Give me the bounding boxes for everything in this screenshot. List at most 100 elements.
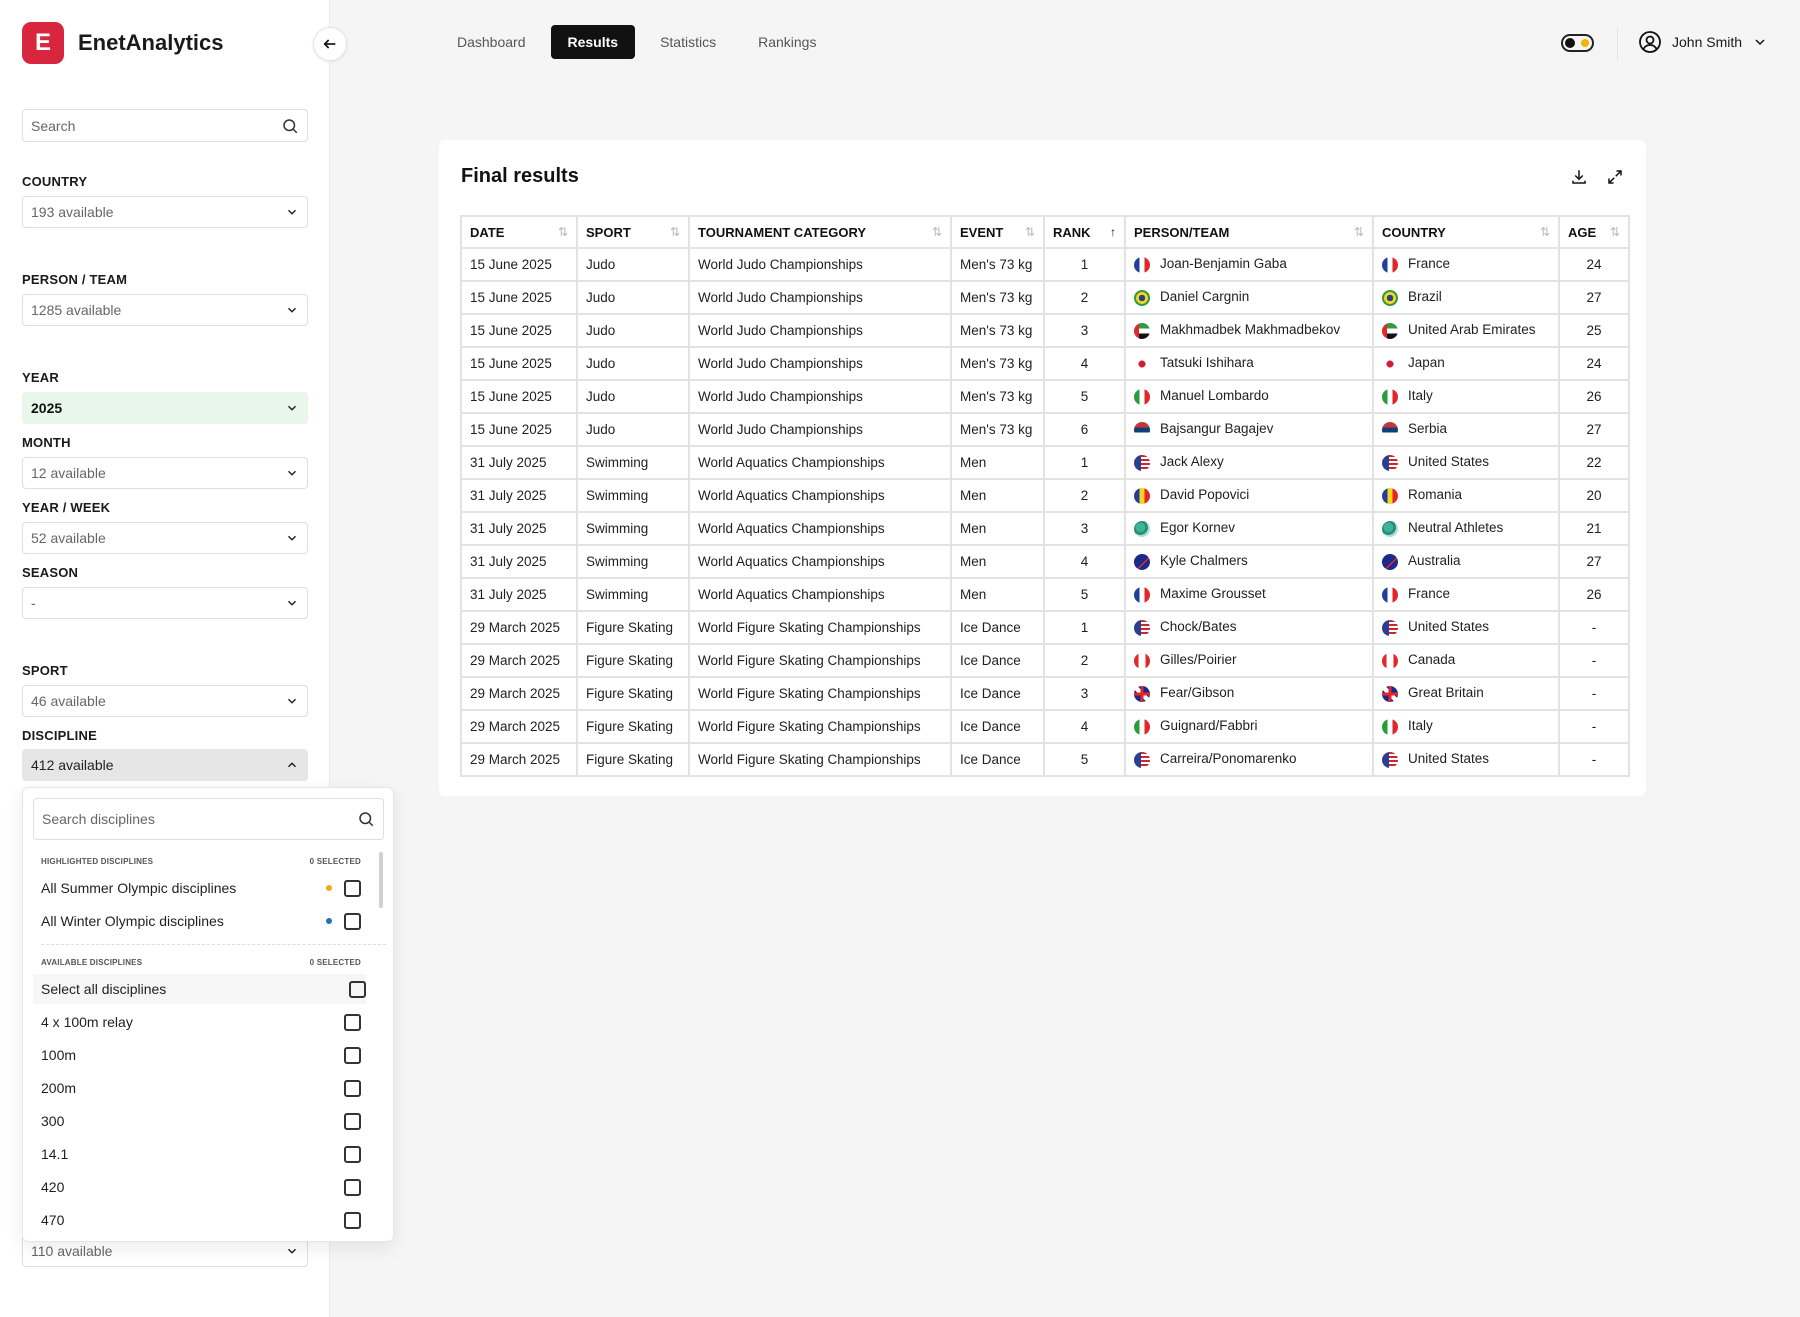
checkbox[interactable] (344, 1079, 361, 1097)
dropdown-scrollbar[interactable] (379, 852, 383, 908)
table-row[interactable]: 15 June 2025 Judo World Judo Championships… (460, 313, 1630, 348)
flag-icon (1382, 454, 1398, 471)
cell-text: Men's 73 kg (960, 389, 1033, 404)
checkbox[interactable] (344, 879, 361, 897)
sort-icon[interactable]: ⇅ (1610, 225, 1620, 239)
season-select[interactable]: - (22, 587, 308, 619)
table-row[interactable]: 31 July 2025 Swimming World Aquatics Champ… (460, 478, 1630, 513)
collapse-sidebar-button[interactable] (313, 27, 347, 61)
column-header-label: TOURNAMENT CATEGORY (698, 224, 867, 240)
sort-ascending-icon[interactable]: ↑ (1110, 225, 1116, 239)
discipline-option[interactable]: 300 (41, 1106, 361, 1136)
cell-text: 2 (1080, 653, 1089, 668)
user-menu[interactable]: John Smith (1638, 30, 1768, 54)
country-select[interactable]: 193 available (22, 196, 308, 228)
column-header[interactable]: PERSON/TEAM ⇅ (1124, 215, 1374, 249)
table-row[interactable]: 31 July 2025 Swimming World Aquatics Champ… (460, 577, 1630, 612)
table-cell: World Judo Championships (688, 247, 952, 282)
table-cell: 24 (1558, 247, 1630, 282)
sort-icon[interactable]: ⇅ (558, 225, 568, 239)
checkbox[interactable] (344, 912, 361, 930)
discipline-value: 412 available (31, 757, 114, 773)
table-cell: Figure Skating (576, 742, 690, 777)
column-header[interactable]: TOURNAMENT CATEGORY ⇅ (688, 215, 952, 249)
cell-text: Canada (1408, 652, 1456, 668)
discipline-option[interactable]: 420 (41, 1172, 361, 1202)
tab-statistics[interactable]: Statistics (643, 25, 733, 59)
search-icon (283, 118, 298, 133)
tab-dashboard[interactable]: Dashboard (440, 25, 543, 59)
checkbox[interactable] (344, 1178, 361, 1196)
table-row[interactable]: 29 March 2025 Figure Skating World Figure … (460, 610, 1630, 645)
table-cell: United States (1372, 445, 1560, 480)
column-header[interactable]: SPORT ⇅ (576, 215, 690, 249)
discipline-option[interactable]: 14.1 (41, 1139, 361, 1169)
flag-icon (1134, 619, 1150, 636)
sport-select[interactable]: 46 available (22, 685, 308, 717)
sidebar-search-input[interactable]: Search (22, 109, 308, 142)
table-row[interactable]: 15 June 2025 Judo World Judo Championships… (460, 346, 1630, 381)
table-row[interactable]: 15 June 2025 Judo World Judo Championships… (460, 280, 1630, 315)
checkbox[interactable] (344, 1145, 361, 1163)
discipline-select[interactable]: 412 available (22, 749, 308, 781)
cell-text: Men's 73 kg (960, 323, 1033, 338)
table-row[interactable]: 15 June 2025 Judo World Judo Championships… (460, 379, 1630, 414)
table-row[interactable]: 29 March 2025 Figure Skating World Figure … (460, 676, 1630, 711)
table-row[interactable]: 31 July 2025 Swimming World Aquatics Champ… (460, 445, 1630, 480)
checkbox[interactable] (344, 1013, 361, 1031)
sort-icon[interactable]: ⇅ (1540, 225, 1550, 239)
column-header[interactable]: RANK ↑ (1043, 215, 1126, 249)
column-header[interactable]: EVENT ⇅ (950, 215, 1045, 249)
cell-text: 31 July 2025 (470, 488, 547, 503)
table-cell: 4 (1043, 544, 1126, 579)
discipline-option[interactable]: All Summer Olympic disciplines (41, 873, 361, 903)
month-select[interactable]: 12 available (22, 457, 308, 489)
checkbox[interactable] (349, 980, 366, 998)
sort-icon[interactable]: ⇅ (1354, 225, 1364, 239)
flag-icon (1382, 355, 1398, 372)
table-row[interactable]: 15 June 2025 Judo World Judo Championships… (460, 412, 1630, 447)
sort-icon[interactable]: ⇅ (1025, 225, 1035, 239)
select-all-option[interactable]: Select all disciplines (33, 974, 366, 1004)
table-cell: 15 June 2025 (460, 247, 578, 282)
logo[interactable]: E EnetAnalytics (22, 22, 224, 64)
discipline-option-label: All Winter Olympic disciplines (41, 913, 224, 929)
table-cell: World Figure Skating Championships (688, 709, 952, 744)
table-row[interactable]: 31 July 2025 Swimming World Aquatics Champ… (460, 544, 1630, 579)
discipline-option[interactable]: All Winter Olympic disciplines (41, 906, 361, 936)
table-row[interactable]: 29 March 2025 Figure Skating World Figure … (460, 643, 1630, 678)
table-row[interactable]: 29 March 2025 Figure Skating World Figure … (460, 709, 1630, 744)
discipline-option-label: All Summer Olympic disciplines (41, 880, 237, 896)
year-select[interactable]: 2025 (22, 392, 308, 424)
discipline-option[interactable]: 4 x 100m relay (41, 1007, 361, 1037)
column-header-label: EVENT (960, 224, 1004, 240)
column-header[interactable]: COUNTRY ⇅ (1372, 215, 1560, 249)
country-value: 193 available (31, 204, 114, 220)
tab-rankings[interactable]: Rankings (741, 25, 833, 59)
checkbox[interactable] (344, 1211, 361, 1229)
table-cell: Romania (1372, 478, 1560, 513)
column-header[interactable]: AGE ⇅ (1558, 215, 1630, 249)
column-header-label: RANK (1053, 224, 1091, 240)
table-row[interactable]: 29 March 2025 Figure Skating World Figure … (460, 742, 1630, 777)
sort-icon[interactable]: ⇅ (670, 225, 680, 239)
discipline-option[interactable]: 200m (41, 1073, 361, 1103)
checkbox[interactable] (344, 1112, 361, 1130)
cell-text: World Judo Championships (698, 323, 863, 338)
person-team-select[interactable]: 1285 available (22, 294, 308, 326)
table-cell: - (1558, 676, 1630, 711)
checkbox[interactable] (344, 1046, 361, 1064)
expand-icon[interactable] (1606, 168, 1624, 186)
tab-results[interactable]: Results (550, 25, 636, 59)
theme-toggle[interactable] (1561, 34, 1594, 52)
cell-text: United Arab Emirates (1408, 322, 1536, 338)
column-header[interactable]: DATE ⇅ (460, 215, 578, 249)
year-week-select[interactable]: 52 available (22, 522, 308, 554)
discipline-option[interactable]: 470 (41, 1205, 361, 1235)
discipline-option[interactable]: 100m (41, 1040, 361, 1070)
table-row[interactable]: 31 July 2025 Swimming World Aquatics Champ… (460, 511, 1630, 546)
sort-icon[interactable]: ⇅ (932, 225, 942, 239)
discipline-search-input[interactable]: Search disciplines (33, 798, 384, 840)
table-row[interactable]: 15 June 2025 Judo World Judo Championships… (460, 247, 1630, 282)
download-icon[interactable] (1570, 168, 1588, 186)
